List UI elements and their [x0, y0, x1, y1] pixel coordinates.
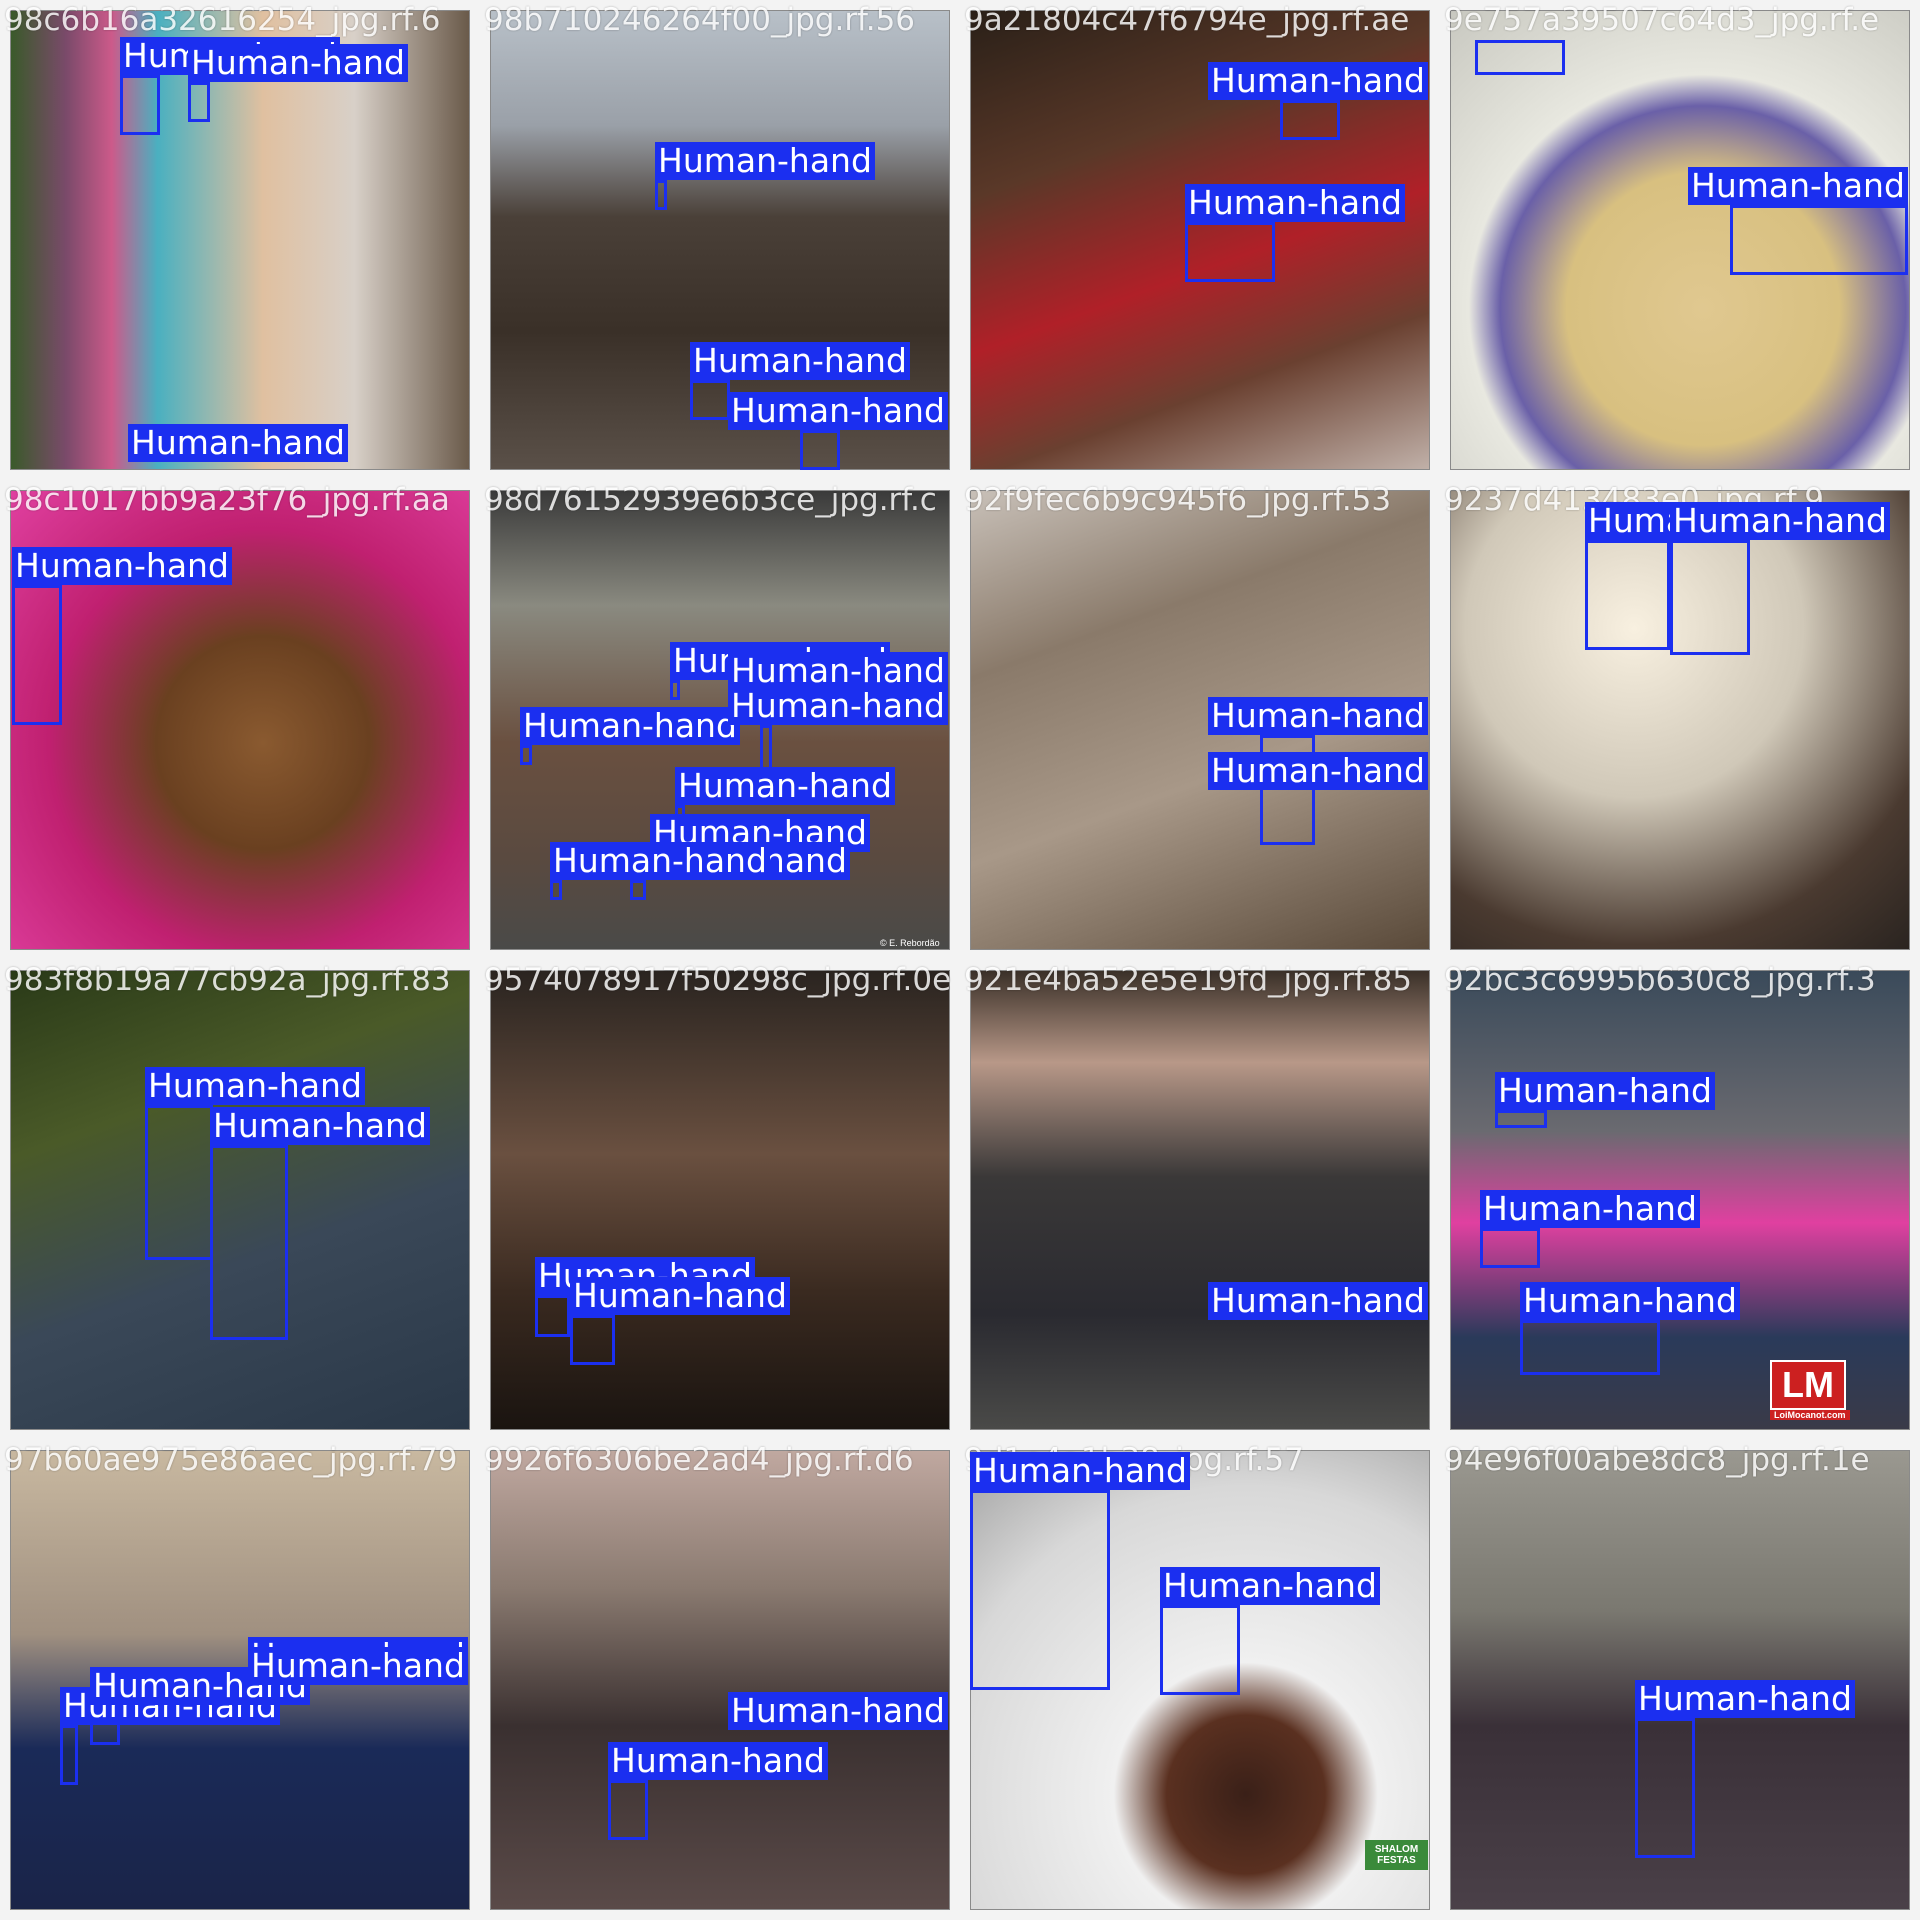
photo — [490, 1450, 950, 1910]
image-tile: 9e757a39507c64d3_jpg.rf.e Human-hand — [1440, 0, 1920, 480]
lm-logo-url: LoiMocanot.com — [1770, 1410, 1850, 1420]
detection-label: Human-hand — [1208, 62, 1428, 100]
filename-caption: 97b60ae975e86aec_jpg.rf.79 — [4, 1442, 458, 1478]
bounding-box — [1730, 205, 1908, 275]
filename-caption: 92bc3c6995b630c8_jpg.rf.3 — [1444, 962, 1876, 998]
mosaic-grid: 98c6b16a32616254_jpg.rf.6 Human-hand Human… — [0, 0, 1920, 1920]
bounding-box — [1160, 1605, 1240, 1695]
detection-label: Human-hand — [12, 547, 232, 585]
bounding-box — [1185, 222, 1275, 282]
detection-label: Human-hand — [550, 842, 770, 880]
bounding-box — [60, 1725, 78, 1785]
bounding-box — [188, 82, 210, 122]
bounding-box — [1670, 540, 1750, 655]
bounding-box — [120, 75, 160, 135]
bounding-box — [1585, 540, 1670, 650]
photo — [490, 970, 950, 1430]
bounding-box — [210, 1145, 288, 1340]
image-tile: 9a21804c47f6794e_jpg.rf.ae Human-hand Huma… — [960, 0, 1440, 480]
filename-caption: 92f9fec6b9c945f6_jpg.rf.53 — [964, 482, 1392, 518]
filename-caption: 98c6b16a32616254_jpg.rf.6 — [4, 2, 441, 38]
bounding-box — [630, 880, 646, 900]
bounding-box — [608, 1780, 648, 1840]
bounding-box — [1520, 1320, 1660, 1375]
photo — [970, 970, 1430, 1430]
bounding-box — [1495, 1110, 1547, 1128]
filename-caption: 9926f6306be2ad4_jpg.rf.d6 — [484, 1442, 914, 1478]
bounding-box — [12, 585, 62, 725]
detection-label: Human-hand — [728, 652, 948, 690]
detection-label: Human-hand — [1520, 1282, 1740, 1320]
image-tile: 98d76152939e6b3ce_jpg.rf.c Human-hand Huma… — [480, 480, 960, 960]
bounding-box — [970, 1490, 1110, 1690]
bounding-box — [800, 430, 840, 470]
filename-caption: 98c1017bb9a23f76_jpg.rf.aa — [4, 482, 450, 518]
image-tile: 92bc3c6995b630c8_jpg.rf.3 Human-hand Human… — [1440, 960, 1920, 1440]
detection-label: Human-hand — [728, 392, 948, 430]
image-tile: 98b710246264f00_jpg.rf.56 Human-hand Human… — [480, 0, 960, 480]
detection-label: Human-hand — [248, 1647, 468, 1685]
detection-label: Human-hand — [1670, 502, 1890, 540]
bounding-box — [690, 380, 730, 420]
detection-label: Human-hand — [1208, 1282, 1428, 1320]
detection-label: Human-hand — [1635, 1680, 1855, 1718]
detection-label: Human-hand — [520, 707, 740, 745]
photo-credit: © E. Rebordão — [880, 938, 940, 948]
bounding-box — [655, 180, 667, 210]
detection-label: Human-hand — [655, 142, 875, 180]
bounding-box — [1280, 100, 1340, 140]
detection-label: Human-hand — [1208, 697, 1428, 735]
detection-label: Human-hand — [608, 1742, 828, 1780]
bounding-box — [145, 1105, 213, 1260]
detection-label: Human-hand — [1480, 1190, 1700, 1228]
shalom-logo: SHALOM FESTAS — [1365, 1840, 1428, 1870]
image-tile: 983f8b19a77cb92a_jpg.rf.83 Human-hand Huma… — [0, 960, 480, 1440]
image-tile: 98c1017bb9a23f76_jpg.rf.aa Human-hand — [0, 480, 480, 960]
image-tile: 9d1e4a1b38_jpg.rf.57Human-handHuman-hand… — [960, 1440, 1440, 1920]
bounding-box — [550, 880, 562, 900]
detection-label: Human-hand — [728, 1692, 948, 1730]
detection-label: Human-hand — [690, 342, 910, 380]
bounding-box — [670, 680, 680, 700]
image-tile: 98c6b16a32616254_jpg.rf.6 Human-hand Human… — [0, 0, 480, 480]
bounding-box — [1480, 1228, 1540, 1268]
bounding-box — [535, 1295, 570, 1337]
detection-label: Human-hand — [1688, 167, 1908, 205]
image-tile: 921e4ba52e5e19fd_jpg.rf.85 Human-hand — [960, 960, 1440, 1440]
filename-caption: 9e757a39507c64d3_jpg.rf.e — [1444, 2, 1880, 38]
bounding-box — [570, 1315, 615, 1365]
lm-logo: LM — [1770, 1360, 1846, 1410]
image-tile: 9574078917f50298c_jpg.rf.0e Human-hand Hum… — [480, 960, 960, 1440]
filename-caption: 9574078917f50298c_jpg.rf.0e — [484, 962, 952, 998]
detection-label: Human-hand — [570, 1277, 790, 1315]
filename-caption: 921e4ba52e5e19fd_jpg.rf.85 — [964, 962, 1413, 998]
image-tile: 97b60ae975e86aec_jpg.rf.79 Human-hand Huma… — [0, 1440, 480, 1920]
detection-label: Human-hand — [188, 44, 408, 82]
detection-label: Human-hand — [1208, 752, 1428, 790]
detection-label: Human-hand — [210, 1107, 430, 1145]
image-tile: 9237d413483e0_jpg.rf.9Human-handHuman-ha… — [1440, 480, 1920, 960]
bounding-box — [1635, 1718, 1695, 1858]
filename-caption: 98d76152939e6b3ce_jpg.rf.c — [484, 482, 937, 518]
detection-label: Human-hand — [1495, 1072, 1715, 1110]
filename-caption: 98b710246264f00_jpg.rf.56 — [484, 2, 916, 38]
detection-label: Human-hand — [970, 1452, 1190, 1490]
filename-caption: 9a21804c47f6794e_jpg.rf.ae — [964, 2, 1410, 38]
image-tile: 92f9fec6b9c945f6_jpg.rf.53 Human-hand Huma… — [960, 480, 1440, 960]
detection-label: Human-hand — [128, 424, 348, 462]
detection-label: Human-hand — [1160, 1567, 1380, 1605]
bounding-box — [520, 745, 532, 765]
filename-caption: 983f8b19a77cb92a_jpg.rf.83 — [4, 962, 451, 998]
image-tile: 94e96f00abe8dc8_jpg.rf.1e Human-hand — [1440, 1440, 1920, 1920]
filename-caption: 94e96f00abe8dc8_jpg.rf.1e — [1444, 1442, 1870, 1478]
bounding-box — [1475, 40, 1565, 75]
detection-label: Human-hand — [728, 687, 948, 725]
image-tile: 9926f6306be2ad4_jpg.rf.d6 Human-hand Human… — [480, 1440, 960, 1920]
detection-label: Human-hand — [1185, 184, 1405, 222]
detection-label: Human-hand — [145, 1067, 365, 1105]
detection-label: Human-hand — [675, 767, 895, 805]
